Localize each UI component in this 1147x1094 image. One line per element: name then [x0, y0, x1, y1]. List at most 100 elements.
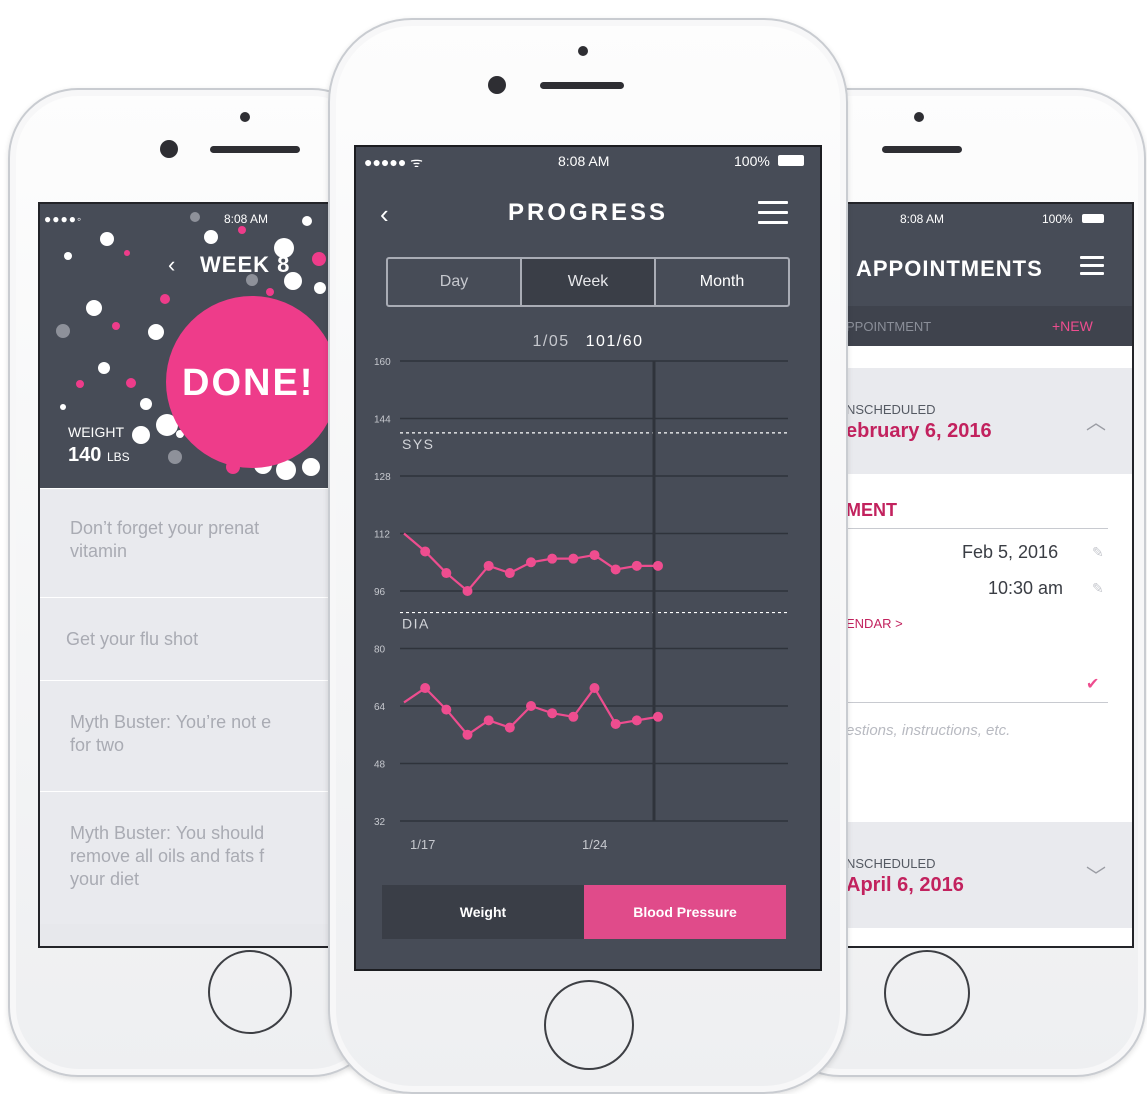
tip-item[interactable]: Get your flu shot [40, 597, 340, 680]
date-field[interactable]: Feb 5, 2016 [962, 542, 1058, 563]
data-point [653, 711, 663, 722]
sensor-icon [240, 112, 250, 122]
appointment-status: NSCHEDULED [846, 856, 936, 871]
data-point [631, 715, 642, 726]
status-bar: 8:08 AM 100% [842, 204, 1132, 234]
notes-field[interactable]: estions, instructions, etc. [846, 722, 1010, 739]
camera-icon [488, 76, 506, 94]
tip-text: remove all oils and fats f [70, 846, 265, 866]
battery-label: 100% [734, 153, 770, 169]
tab-week[interactable]: Week [520, 259, 654, 305]
data-point [631, 560, 642, 571]
tab-month[interactable]: Month [654, 259, 788, 305]
add-to-calendar-link[interactable]: ENDAR > [846, 616, 903, 631]
tip-text: vitamin [70, 541, 128, 561]
sensor-icon [578, 46, 588, 56]
data-point [610, 564, 621, 575]
progress-screen: ●●●●● ᯤ 8:08 AM 100% ‹ PROGRESS Day Week… [354, 145, 822, 971]
data-point [483, 560, 494, 571]
threshold-label: SYS [402, 436, 435, 452]
home-button[interactable] [884, 950, 970, 1036]
range-segmented-control: Day Week Month [386, 257, 790, 307]
data-point [441, 568, 452, 579]
tip-item[interactable]: Myth Buster: You should remove all oils … [40, 791, 340, 924]
data-point [441, 704, 452, 715]
data-point [504, 568, 515, 579]
data-point [547, 708, 558, 719]
battery-icon [1082, 214, 1104, 223]
weight-value: 140 LBS [68, 444, 130, 467]
data-point [462, 729, 473, 740]
speaker-grille [882, 146, 962, 153]
time-field[interactable]: 10:30 am [988, 578, 1063, 599]
back-chevron-icon[interactable]: ‹ [168, 252, 175, 278]
new-appointment-button[interactable]: +NEW [1052, 318, 1093, 334]
sensor-icon [914, 112, 924, 122]
data-point [589, 683, 600, 694]
hamburger-menu-icon[interactable] [1080, 256, 1104, 276]
pencil-icon[interactable]: ✎ [1092, 580, 1104, 597]
tip-text: for two [70, 735, 125, 755]
tab-day[interactable]: Day [388, 259, 520, 305]
tip-text: Get your flu shot [66, 629, 199, 649]
tab-weight[interactable]: Weight [382, 885, 584, 939]
status-bar: ●●●●● ᯤ 8:08 AM 100% [356, 147, 820, 175]
tip-text: your diet [70, 869, 140, 889]
checkmark-icon: ✔ [1086, 676, 1100, 693]
chevron-down-icon[interactable]: ﹀ [1086, 860, 1106, 889]
appointment-date: ebruary 6, 2016 [846, 420, 992, 442]
y-tick-label: 32 [374, 817, 386, 828]
blood-pressure-chart[interactable]: 160 144 128 112 96 80 64 48 32 SYS DIA 1/17 1/24 [356, 347, 820, 857]
data-point [547, 553, 558, 564]
data-point [653, 560, 663, 571]
battery-label: 100% [1042, 212, 1073, 226]
appointment-subheader: PPOINTMENT +NEW [842, 306, 1132, 346]
data-point [526, 701, 536, 711]
speaker-grille [540, 82, 624, 89]
left-screen: DONE! ●●●●◦ 8:08 AM ‹ WEEK 8 WEIGHT 140 … [38, 202, 342, 948]
tip-text: Don’t forget your prenat [70, 518, 260, 538]
tip-item[interactable]: Myth Buster: You’re not e for two [40, 680, 340, 791]
right-screen: 8:08 AM 100% APPOINTMENTS PPOINTMENT +NE… [840, 202, 1134, 948]
speaker-grille [210, 146, 300, 153]
done-label: DONE! [182, 362, 315, 404]
tip-text: Myth Buster: You’re not e [70, 712, 272, 732]
signal-icon: ●●●●◦ [44, 212, 83, 226]
y-tick-label: 128 [374, 472, 391, 483]
home-button[interactable] [544, 980, 634, 1070]
data-point [420, 546, 431, 557]
tip-text: Myth Buster: You should [70, 823, 265, 843]
appointment-status: NSCHEDULED [846, 402, 936, 417]
appointment-card[interactable]: NSCHEDULED ebruary 6, 2016 ︿ [842, 368, 1132, 474]
data-point [462, 586, 473, 596]
weight-number: 140 [68, 444, 102, 466]
appointment-form: MENT Feb 5, 2016 ✎ 10:30 am ✎ ENDAR > ✔ … [842, 474, 1132, 824]
tab-blood-pressure[interactable]: Blood Pressure [584, 885, 786, 939]
status-time: 8:08 AM [558, 153, 610, 169]
hamburger-menu-icon[interactable] [758, 201, 788, 227]
y-tick-label: 144 [374, 415, 391, 426]
data-point [589, 550, 600, 561]
status-time: 8:08 AM [224, 212, 269, 226]
appointments-header: APPOINTMENTS [842, 234, 1132, 306]
signal-icon: ●●●●● ᯤ [364, 154, 423, 170]
week-hero: DONE! ●●●●◦ 8:08 AM ‹ WEEK 8 WEIGHT 140 … [40, 204, 340, 488]
appointment-date: April 6, 2016 [846, 874, 964, 896]
data-point [504, 722, 515, 733]
data-point [526, 557, 536, 568]
tip-item[interactable]: Don’t forget your prenat vitamin [40, 488, 340, 597]
divider [842, 528, 1108, 529]
week-title: WEEK 8 [200, 252, 291, 277]
home-button[interactable] [208, 950, 292, 1034]
subheader-label: PPOINTMENT [846, 319, 932, 334]
threshold-label: DIA [402, 616, 430, 632]
appointment-card[interactable]: NSCHEDULED April 6, 2016 ﹀ [842, 822, 1132, 928]
data-point [420, 683, 431, 694]
data-point [568, 553, 579, 564]
chevron-up-icon[interactable]: ︿ [1086, 406, 1106, 435]
data-point [568, 711, 579, 722]
y-tick-label: 96 [374, 587, 386, 598]
pencil-icon[interactable]: ✎ [1092, 544, 1104, 561]
form-section-title: MENT [846, 500, 897, 520]
status-bar: ●●●●◦ 8:08 AM [40, 210, 340, 228]
